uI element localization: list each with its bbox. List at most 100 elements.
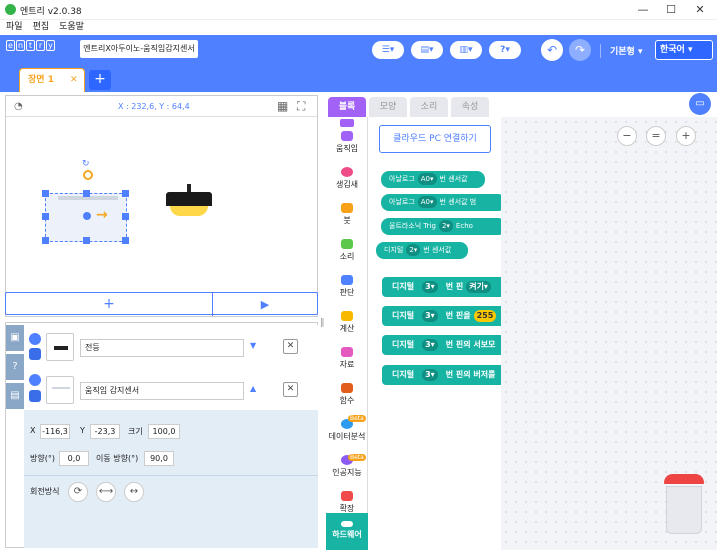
resize-handle[interactable]	[122, 213, 129, 220]
analog-range-block[interactable]: 아날로그 A0▾ 번 센서값 범	[381, 194, 501, 211]
resize-handle[interactable]	[42, 190, 49, 197]
category-brush[interactable]: 붓	[326, 199, 368, 235]
object-row[interactable]: 전등 ▼ ✕	[24, 325, 318, 369]
category-looks[interactable]: 생김새	[326, 163, 368, 199]
move-direction-input[interactable]: 90,0	[144, 451, 174, 466]
digital-sensor-block[interactable]: 디지털 2▾ 번 센서값	[376, 242, 468, 259]
tab-blocks[interactable]: 블록	[328, 97, 366, 117]
category-motion[interactable]: 움직임	[326, 127, 368, 163]
category-ai[interactable]: 인공지능 Beta	[326, 451, 368, 487]
close-window-button[interactable]: ✕	[686, 0, 714, 20]
scene-close-icon[interactable]: ✕	[70, 69, 78, 91]
category-hardware[interactable]: 하드웨어	[326, 513, 368, 550]
object-name-input[interactable]: 전등	[80, 339, 244, 357]
file-menu-button[interactable]: ▤▾	[411, 41, 443, 59]
digital-pin-pwm-block[interactable]: 디지털 3▾ 번 핀을 255	[382, 306, 501, 326]
panel-resize-handle[interactable]: ‖	[320, 318, 325, 328]
chat-icon[interactable]: ▭	[689, 93, 711, 115]
center-point[interactable]	[83, 212, 91, 220]
undo-button[interactable]: ↶	[541, 39, 563, 61]
lamp-sprite[interactable]	[166, 184, 212, 224]
block-dropdown[interactable]: 3▾	[422, 369, 438, 381]
rotate-none-icon[interactable]: ↔	[124, 482, 144, 502]
block-dropdown[interactable]: A0▾	[417, 173, 437, 185]
delete-object-button[interactable]: ✕	[283, 339, 298, 354]
category-data-analysis[interactable]: 데이터분석 Beta	[326, 415, 368, 451]
speedometer-icon[interactable]: ◔	[14, 101, 23, 112]
bundle-menu-button[interactable]: ☰▾	[372, 41, 404, 59]
expand-arrow-icon[interactable]: ▼	[250, 341, 256, 350]
resize-handle[interactable]	[42, 213, 49, 220]
lock-icon[interactable]	[29, 390, 41, 402]
direction-arrow-icon[interactable]: →	[96, 207, 108, 223]
digital-servo-block[interactable]: 디지털 3▾ 번 핀의 서보모	[382, 335, 501, 355]
block-dropdown[interactable]: 켜기▾	[466, 281, 491, 293]
analog-sensor-block[interactable]: 아날로그 A0▾ 번 센서값	[381, 171, 485, 188]
sidetab-objects[interactable]: ▣	[6, 325, 24, 351]
object-name-input[interactable]: 움직임 감지센서	[80, 382, 244, 400]
resize-handle[interactable]	[83, 190, 90, 197]
direction-input[interactable]: 0,0	[59, 451, 89, 466]
y-input[interactable]: -23,3	[90, 424, 120, 439]
ultrasonic-block[interactable]: 울트라소닉 Trig 2▾ Echo	[381, 218, 501, 235]
sidetab-notes[interactable]: ▤	[6, 383, 24, 409]
x-input[interactable]: -116,3	[40, 424, 70, 439]
scene-tab[interactable]: 장면 1 ✕	[19, 68, 85, 92]
start-button[interactable]: ▶	[213, 293, 317, 316]
resize-handle[interactable]	[42, 237, 49, 244]
menu-edit[interactable]: 편집	[33, 20, 50, 34]
object-row[interactable]: 움직임 감지센서 ▲ ✕	[24, 368, 318, 412]
resize-handle[interactable]	[122, 190, 129, 197]
category-calc[interactable]: 계산	[326, 307, 368, 343]
tab-sounds[interactable]: 소리	[410, 97, 448, 117]
lock-icon[interactable]	[29, 348, 41, 360]
category-variable[interactable]: 자료	[326, 343, 368, 379]
menu-help[interactable]: 도움말	[59, 20, 84, 34]
block-dropdown[interactable]: 2▾	[406, 244, 421, 256]
grid-icon[interactable]: ▦	[277, 99, 288, 113]
block-dropdown[interactable]: 3▾	[422, 339, 438, 351]
visibility-eye-icon[interactable]	[29, 333, 41, 345]
visibility-eye-icon[interactable]	[29, 374, 41, 386]
block-dropdown[interactable]: 3▾	[422, 281, 438, 293]
mode-select[interactable]: 기본형 ▾	[610, 44, 643, 57]
rotate-free-icon[interactable]: ⟳	[68, 482, 88, 502]
delete-object-button[interactable]: ✕	[283, 382, 298, 397]
digital-buzzer-block[interactable]: 디지털 3▾ 번 핀의 버저를	[382, 365, 501, 385]
block-dropdown[interactable]: A0▾	[417, 196, 437, 208]
zoom-in-button[interactable]: +	[676, 126, 696, 146]
minimize-button[interactable]: —	[629, 0, 657, 20]
trash-icon[interactable]	[661, 474, 707, 536]
project-name-input[interactable]: 엔트리X아두이노-움직임감지센서	[80, 40, 198, 58]
resize-handle[interactable]	[122, 237, 129, 244]
selected-sprite-bounds[interactable]: →	[42, 190, 129, 244]
scroll-up-icon[interactable]	[340, 119, 354, 127]
resize-handle[interactable]	[83, 237, 90, 244]
code-workspace[interactable]: − = +	[501, 117, 717, 550]
category-judgement[interactable]: 판단	[326, 271, 368, 307]
rotate-handle-icon[interactable]	[83, 170, 93, 180]
block-dropdown[interactable]: 3▾	[422, 310, 438, 322]
zoom-out-button[interactable]: −	[617, 126, 637, 146]
block-dropdown[interactable]: 2▾	[438, 220, 453, 232]
add-object-button[interactable]: +	[6, 293, 213, 316]
maximize-button[interactable]: ☐	[657, 0, 685, 20]
zoom-reset-button[interactable]: =	[646, 126, 666, 146]
category-sound[interactable]: 소리	[326, 235, 368, 271]
fullscreen-icon[interactable]: ⛶	[297, 99, 305, 114]
redo-button[interactable]: ↷	[569, 39, 591, 61]
add-scene-button[interactable]: +	[89, 70, 111, 90]
language-select[interactable]: 한국어 ▾	[655, 40, 713, 60]
connect-cloud-pc-button[interactable]: 클라우드 PC 연결하기	[379, 125, 491, 153]
rotate-vertical-icon[interactable]: ⟷	[96, 482, 116, 502]
help-menu-button[interactable]: ?▾	[489, 41, 521, 59]
collapse-arrow-icon[interactable]: ▲	[250, 384, 256, 393]
menu-file[interactable]: 파일	[6, 20, 23, 34]
tab-shapes[interactable]: 모양	[369, 97, 407, 117]
block-value[interactable]: 255	[473, 310, 497, 322]
tab-properties[interactable]: 속성	[451, 97, 489, 117]
save-menu-button[interactable]: ▥▾	[450, 41, 482, 59]
digital-pin-on-block[interactable]: 디지털 3▾ 번 핀 켜기▾	[382, 277, 501, 297]
category-function[interactable]: 함수	[326, 379, 368, 415]
size-input[interactable]: 100,0	[148, 424, 180, 439]
